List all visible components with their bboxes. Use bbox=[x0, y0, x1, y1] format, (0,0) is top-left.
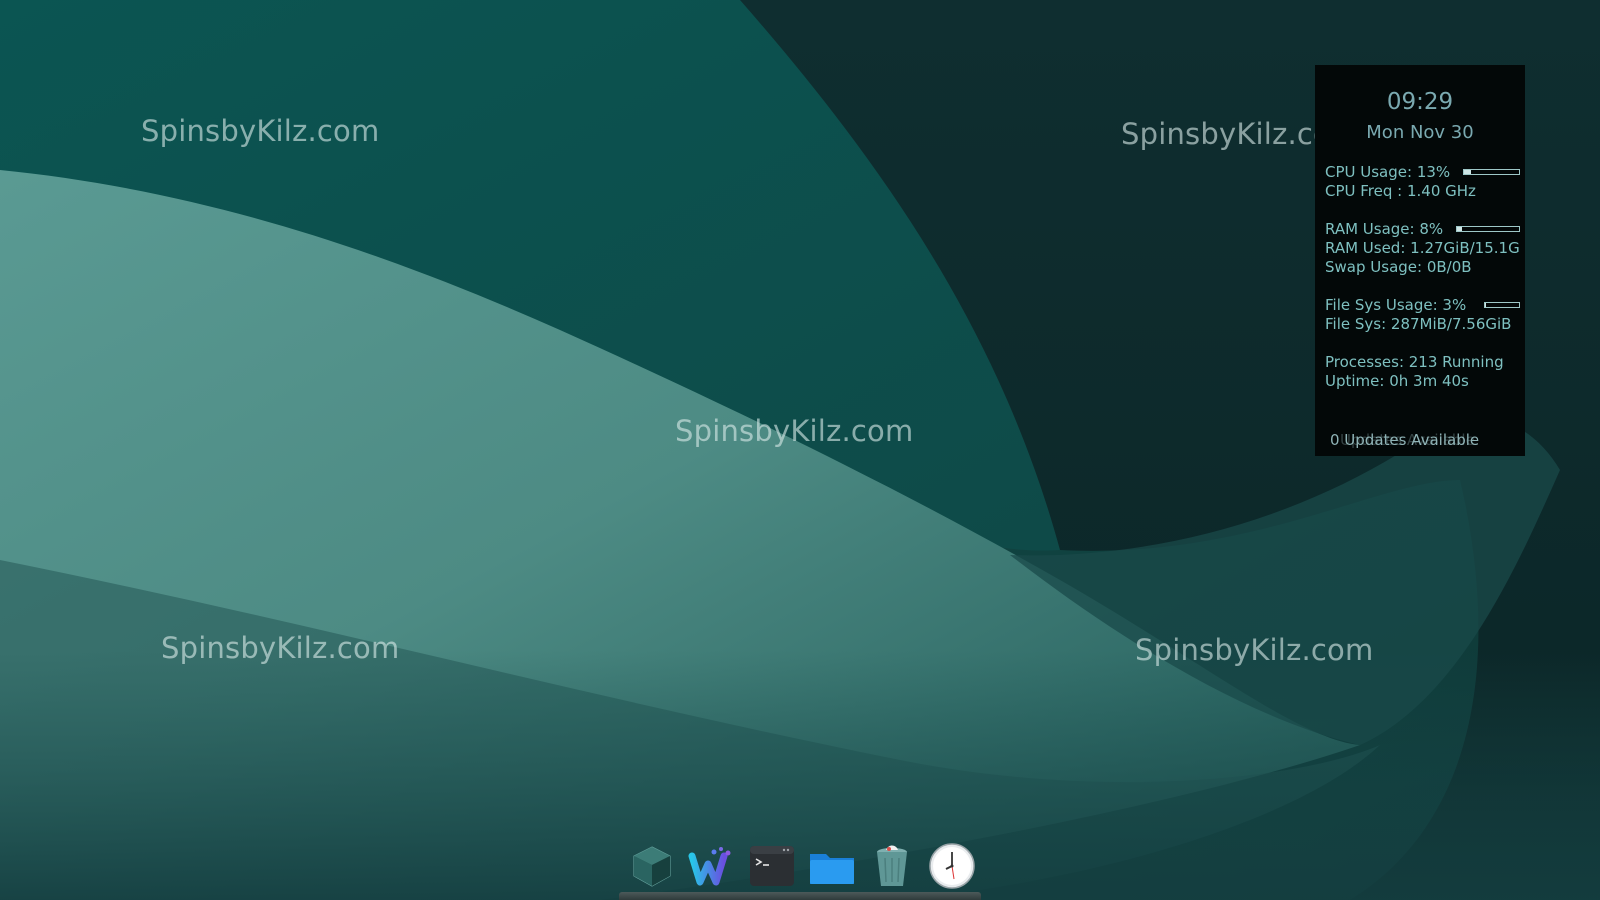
cpu-usage-bar-fill bbox=[1464, 170, 1472, 174]
filesystem-size-label: File Sys: 287MiB/7.56GiB bbox=[1325, 315, 1512, 333]
watermark-text: SpinsbyKilz.com bbox=[161, 631, 400, 665]
dock-item-clock[interactable] bbox=[928, 842, 976, 890]
folder-icon bbox=[810, 854, 854, 884]
ram-usage-bar bbox=[1456, 226, 1520, 232]
ram-used-label: RAM Used: 1.27GiB/15.1G bbox=[1325, 239, 1520, 257]
dock-item-terminal[interactable] bbox=[748, 842, 796, 890]
terminal-icon bbox=[750, 846, 794, 886]
filesystem-usage-bar bbox=[1484, 302, 1520, 308]
dock-item-trash[interactable] bbox=[868, 842, 916, 890]
updates-available-label: 0 Updates Available bbox=[1330, 431, 1480, 449]
trash-icon bbox=[877, 845, 907, 886]
system-monitor-widget: 09:29 Mon Nov 30 CPU Usage: 13% CPU Freq… bbox=[1315, 65, 1525, 456]
filesystem-usage-bar-fill bbox=[1485, 303, 1487, 307]
processes-label: Processes: 213 Running bbox=[1325, 353, 1504, 371]
cpu-usage-label: CPU Usage: 13% bbox=[1325, 163, 1451, 181]
dock bbox=[622, 838, 978, 892]
dock-item-files[interactable] bbox=[808, 842, 856, 890]
watermark-text: SpinsbyKilz.com bbox=[1135, 633, 1374, 667]
dock-panel-edge bbox=[619, 892, 981, 900]
swap-usage-label: Swap Usage: 0B/0B bbox=[1325, 258, 1472, 276]
watermark-text: SpinsbyKilz.com bbox=[675, 414, 914, 448]
cpu-usage-bar bbox=[1463, 169, 1520, 175]
cube-icon bbox=[633, 846, 671, 887]
filesystem-usage-label: File Sys Usage: 3% bbox=[1325, 296, 1467, 314]
uptime-label: Uptime: 0h 3m 40s bbox=[1325, 372, 1469, 390]
clock-date: Mon Nov 30 bbox=[1366, 122, 1474, 143]
windsurf-w-icon bbox=[688, 847, 731, 886]
clock-time: 09:29 bbox=[1386, 89, 1454, 115]
dock-item-cube-app[interactable] bbox=[628, 842, 676, 890]
clock-icon bbox=[929, 843, 975, 889]
ram-usage-bar-fill bbox=[1457, 227, 1462, 231]
watermark-text: SpinsbyKilz.com bbox=[141, 114, 380, 148]
cpu-freq-label: CPU Freq : 1.40 GHz bbox=[1325, 182, 1476, 200]
ram-usage-label: RAM Usage: 8% bbox=[1325, 220, 1444, 238]
dock-item-w-app[interactable] bbox=[688, 842, 736, 890]
